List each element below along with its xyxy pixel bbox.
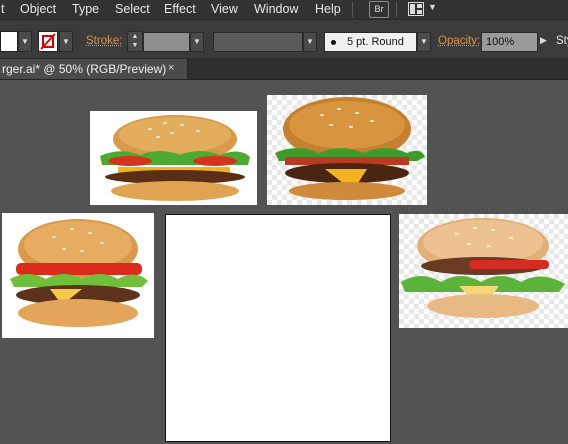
stroke-weight-dropdown-icon[interactable]: ▼ xyxy=(190,32,204,52)
variable-width-profile-field[interactable] xyxy=(213,32,303,52)
menu-type[interactable]: Type xyxy=(72,2,99,16)
stroke-color-swatch[interactable] xyxy=(38,31,58,52)
bridge-button[interactable]: Br xyxy=(369,1,389,18)
burger-image-3[interactable] xyxy=(2,213,154,338)
burger-image-4[interactable] xyxy=(399,214,568,328)
stroke-label[interactable]: Stroke: xyxy=(86,35,122,47)
profile-dropdown-icon[interactable]: ▼ xyxy=(303,32,317,52)
opacity-expand-icon[interactable]: ▶ xyxy=(540,35,547,46)
menu-window[interactable]: Window xyxy=(254,2,298,16)
opacity-value: 100% xyxy=(486,36,515,48)
close-icon[interactable]: × xyxy=(168,62,174,74)
menu-object[interactable]: Object xyxy=(20,2,56,16)
no-stroke-icon xyxy=(40,33,56,50)
workspace-layout-icon[interactable] xyxy=(408,2,424,16)
brush-dot-icon xyxy=(331,40,336,45)
style-label[interactable]: Sty xyxy=(556,35,568,47)
brush-dropdown-icon[interactable]: ▼ xyxy=(417,32,431,52)
stroke-weight-field[interactable] xyxy=(143,32,190,52)
fill-dropdown-icon[interactable]: ▼ xyxy=(18,31,32,52)
menu-edit[interactable]: t xyxy=(1,2,4,16)
menu-separator xyxy=(352,2,353,17)
menu-effect[interactable]: Effect xyxy=(164,2,196,16)
opacity-field[interactable]: 100% xyxy=(481,32,538,52)
canvas-area[interactable] xyxy=(0,80,568,444)
workspace-dropdown-icon[interactable]: ▼ xyxy=(428,2,437,12)
menu-select[interactable]: Select xyxy=(115,2,150,16)
brush-label: 5 pt. Round xyxy=(347,36,404,48)
menu-bar: t Object Type Select Effect View Window … xyxy=(0,0,568,20)
artboard[interactable] xyxy=(165,214,391,442)
fill-color-swatch[interactable] xyxy=(0,31,18,52)
burger-image-1[interactable] xyxy=(90,111,257,205)
stroke-weight-stepper[interactable]: ▲ ▼ xyxy=(127,31,143,52)
document-tab-title: rger.ai* @ 50% (RGB/Preview) xyxy=(2,62,167,76)
document-tab[interactable]: rger.ai* @ 50% (RGB/Preview) × xyxy=(0,59,188,79)
burger-image-2[interactable] xyxy=(267,95,427,205)
opacity-label[interactable]: Opacity: xyxy=(438,35,480,47)
menu-help[interactable]: Help xyxy=(315,2,341,16)
brush-definition-field[interactable]: 5 pt. Round xyxy=(324,32,417,52)
menu-view[interactable]: View xyxy=(211,2,238,16)
stroke-dropdown-icon[interactable]: ▼ xyxy=(59,31,73,52)
control-bar: ▼ ▼ Stroke: ▲ ▼ ▼ ▼ 5 pt. Round ▼ Opacity… xyxy=(0,20,568,59)
menu-separator xyxy=(396,2,397,17)
document-tab-bar: rger.ai* @ 50% (RGB/Preview) × xyxy=(0,59,568,80)
